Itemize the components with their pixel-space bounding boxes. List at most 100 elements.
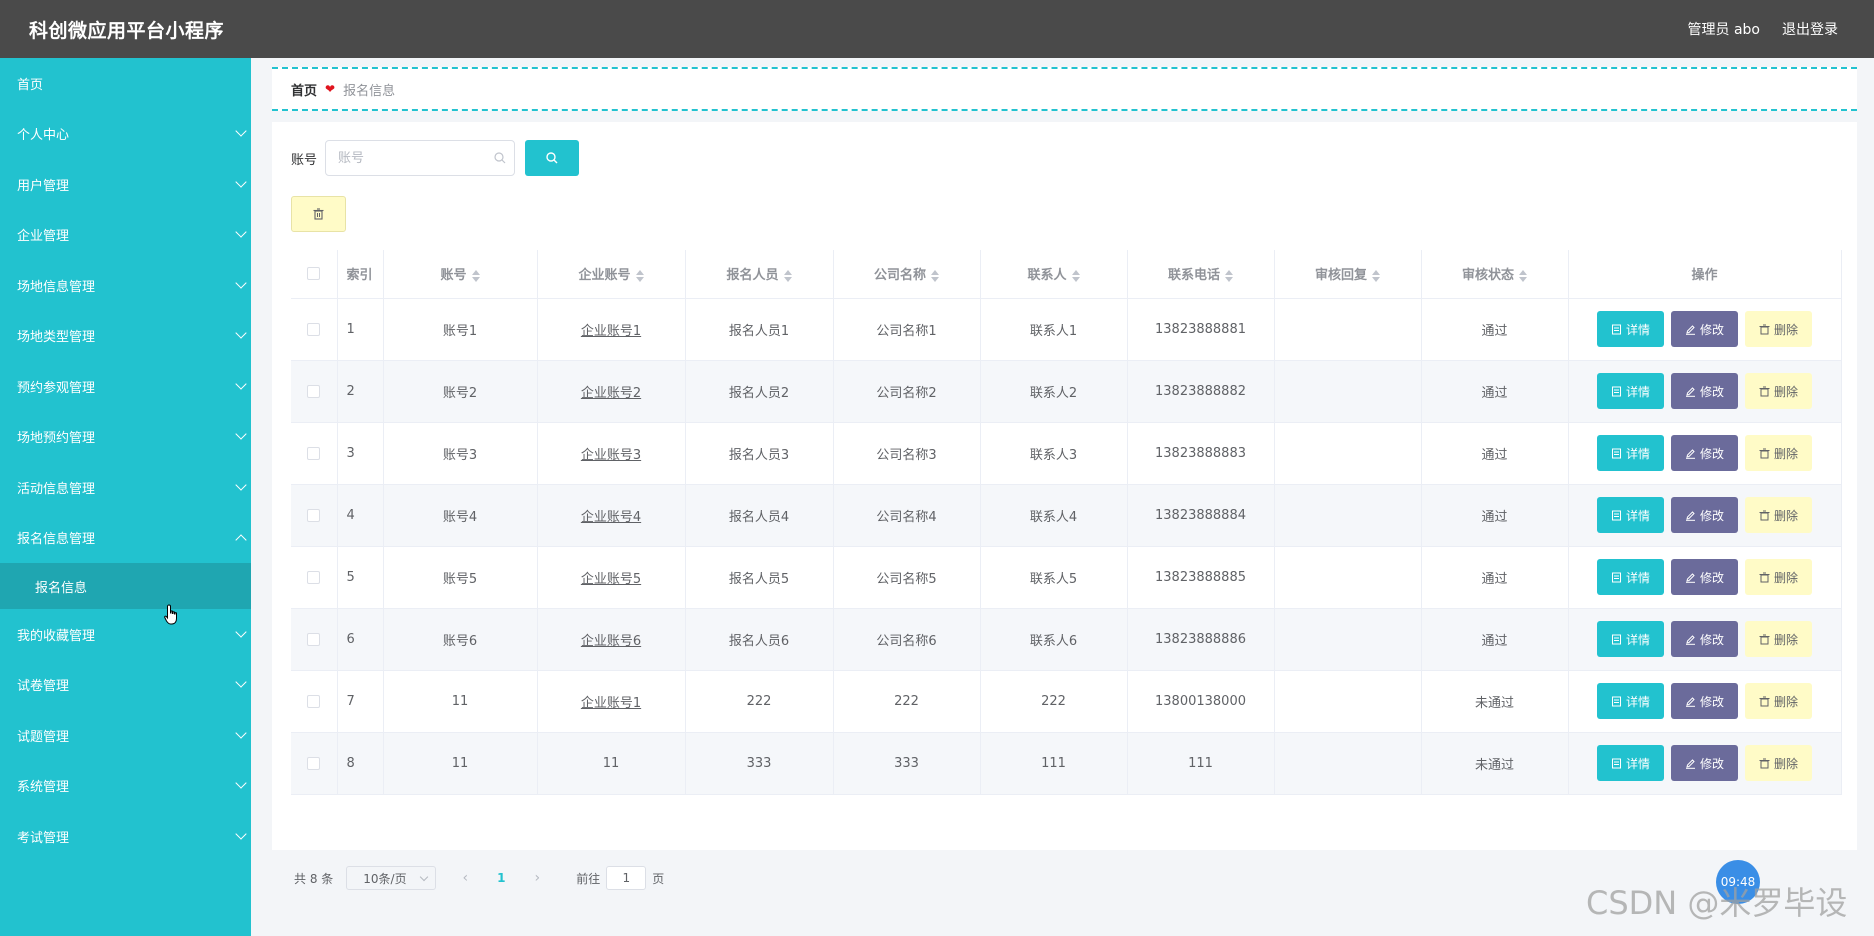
table-row: 6 账号6 企业账号6 报名人员6 公司名称6 联系人6 13823888886 通过 详情 修改… bbox=[291, 608, 1842, 671]
sort-icon[interactable] bbox=[783, 269, 792, 282]
delete-button[interactable]: 删除 bbox=[1745, 435, 1812, 471]
table-cell-value: 报名人员4 bbox=[728, 509, 790, 525]
column-header[interactable]: 审核状态 bbox=[1421, 250, 1569, 299]
sidebar-item[interactable]: 预约参观管理 bbox=[0, 361, 251, 412]
row-checkbox[interactable] bbox=[307, 384, 321, 398]
sidebar-item[interactable]: 场地类型管理 bbox=[0, 311, 251, 362]
delete-button[interactable]: 删除 bbox=[1745, 497, 1812, 533]
edit-button[interactable]: 修改 bbox=[1671, 745, 1738, 781]
edit-button-label: 修改 bbox=[1699, 570, 1724, 585]
row-checkbox[interactable] bbox=[307, 322, 321, 336]
delete-button[interactable]: 删除 bbox=[1745, 373, 1812, 409]
sort-icon[interactable] bbox=[1225, 269, 1233, 282]
sort-icon[interactable] bbox=[1071, 269, 1080, 282]
table-cell-value: 公司名称6 bbox=[876, 633, 937, 649]
delete-button[interactable]: 删除 bbox=[1745, 311, 1812, 347]
table-cell: 报名人员6 bbox=[685, 608, 834, 671]
breadcrumb: 首页 ❤ 报名信息 bbox=[272, 67, 1857, 111]
sidebar-item[interactable]: 试题管理 bbox=[0, 710, 251, 761]
next-page-icon[interactable]: › bbox=[522, 870, 552, 886]
delete-button[interactable]: 删除 bbox=[1745, 621, 1812, 657]
sidebar-item[interactable]: 我的收藏管理 bbox=[0, 609, 251, 660]
column-header[interactable]: 报名人员 bbox=[685, 250, 834, 299]
sidebar-item[interactable]: 企业管理 bbox=[0, 210, 251, 261]
sort-icon[interactable] bbox=[931, 269, 939, 282]
detail-button[interactable]: 详情 bbox=[1597, 373, 1664, 409]
table-row: 8 11 11 333 333 111 111 未通过 详情 修改 删除 bbox=[291, 732, 1842, 795]
column-header[interactable]: 联系电话 bbox=[1127, 250, 1275, 299]
sidebar-item[interactable]: 报名信息管理 bbox=[0, 513, 251, 564]
detail-button[interactable]: 详情 bbox=[1597, 435, 1664, 471]
logout-link[interactable]: 退出登录 bbox=[1782, 19, 1838, 39]
document-icon bbox=[1611, 696, 1621, 706]
row-checkbox[interactable] bbox=[307, 508, 321, 522]
sidebar-item[interactable]: 个人中心 bbox=[0, 109, 251, 160]
search-field[interactable] bbox=[325, 140, 516, 176]
breadcrumb-home[interactable]: 首页 bbox=[291, 80, 317, 99]
row-checkbox[interactable] bbox=[307, 446, 321, 460]
page-number-current[interactable]: 1 bbox=[486, 871, 516, 885]
sort-icon[interactable] bbox=[1372, 269, 1380, 282]
prev-page-icon[interactable]: ‹ bbox=[450, 870, 480, 886]
column-header[interactable]: 联系人 bbox=[980, 250, 1128, 299]
delete-button[interactable]: 删除 bbox=[1745, 745, 1812, 781]
sort-icon[interactable] bbox=[635, 269, 644, 282]
actions-cell: 详情 修改 删除 bbox=[1568, 422, 1842, 485]
detail-button[interactable]: 详情 bbox=[1597, 683, 1664, 719]
column-header[interactable]: 账号 bbox=[383, 250, 538, 299]
actions-cell: 详情 修改 删除 bbox=[1568, 360, 1842, 423]
sidebar-item[interactable]: 首页 bbox=[0, 58, 251, 109]
goto-page-input[interactable] bbox=[606, 866, 647, 890]
detail-button[interactable]: 详情 bbox=[1597, 311, 1664, 347]
sidebar-item[interactable]: 考试管理 bbox=[0, 811, 251, 862]
trash-icon bbox=[1759, 634, 1770, 644]
detail-button-label: 详情 bbox=[1625, 632, 1650, 647]
edit-button[interactable]: 修改 bbox=[1671, 497, 1738, 533]
sidebar-item[interactable]: 场地信息管理 bbox=[0, 260, 251, 311]
table-cell: 账号2 bbox=[383, 360, 538, 423]
actions-cell: 详情 修改 删除 bbox=[1568, 484, 1842, 547]
delete-button-label: 删除 bbox=[1773, 384, 1798, 399]
detail-button[interactable]: 详情 bbox=[1597, 745, 1664, 781]
select-all-checkbox[interactable] bbox=[307, 267, 321, 281]
delete-button[interactable]: 删除 bbox=[1745, 683, 1812, 719]
row-checkbox[interactable] bbox=[307, 570, 321, 584]
row-checkbox[interactable] bbox=[307, 756, 321, 770]
column-header[interactable]: 审核回复 bbox=[1274, 250, 1422, 299]
table-cell: 报名人员1 bbox=[685, 298, 834, 361]
table-cell-value: 公司名称1 bbox=[876, 323, 937, 339]
column-header[interactable]: 公司名称 bbox=[833, 250, 981, 299]
table-cell-value: 账号2 bbox=[442, 385, 478, 401]
edit-button[interactable]: 修改 bbox=[1671, 435, 1738, 471]
row-checkbox[interactable] bbox=[307, 632, 321, 646]
delete-button[interactable]: 删除 bbox=[1745, 559, 1812, 595]
search-input[interactable] bbox=[338, 150, 489, 166]
table-cell-value: 13823888886 bbox=[1155, 631, 1246, 647]
detail-button[interactable]: 详情 bbox=[1597, 497, 1664, 533]
edit-button[interactable]: 修改 bbox=[1671, 559, 1738, 595]
chevron-down-icon bbox=[235, 777, 247, 789]
edit-button-label: 修改 bbox=[1699, 322, 1724, 337]
sidebar-item[interactable]: 场地预约管理 bbox=[0, 412, 251, 463]
delete-button-label: 删除 bbox=[1773, 322, 1798, 337]
sort-icon[interactable] bbox=[471, 269, 480, 282]
detail-button[interactable]: 详情 bbox=[1597, 559, 1664, 595]
row-checkbox[interactable] bbox=[307, 694, 321, 708]
sidebar-item[interactable]: 试卷管理 bbox=[0, 660, 251, 711]
detail-button[interactable]: 详情 bbox=[1597, 621, 1664, 657]
search-button[interactable] bbox=[525, 140, 580, 176]
batch-delete-button[interactable] bbox=[291, 196, 346, 232]
column-header[interactable]: 企业账号 bbox=[537, 250, 686, 299]
sort-icon[interactable] bbox=[1519, 269, 1527, 282]
edit-button[interactable]: 修改 bbox=[1671, 311, 1738, 347]
page-size-select[interactable]: 10条/页 bbox=[346, 866, 437, 890]
sidebar-item[interactable]: 系统管理 bbox=[0, 761, 251, 812]
sidebar-item[interactable]: 活动信息管理 bbox=[0, 462, 251, 513]
detail-button-label: 详情 bbox=[1625, 570, 1650, 585]
sidebar-subitem[interactable]: 报名信息 bbox=[0, 563, 251, 609]
sidebar-item[interactable]: 用户管理 bbox=[0, 159, 251, 210]
edit-button[interactable]: 修改 bbox=[1671, 683, 1738, 719]
column-header-label: 报名人员 bbox=[726, 268, 779, 284]
edit-button[interactable]: 修改 bbox=[1671, 373, 1738, 409]
edit-button[interactable]: 修改 bbox=[1671, 621, 1738, 657]
